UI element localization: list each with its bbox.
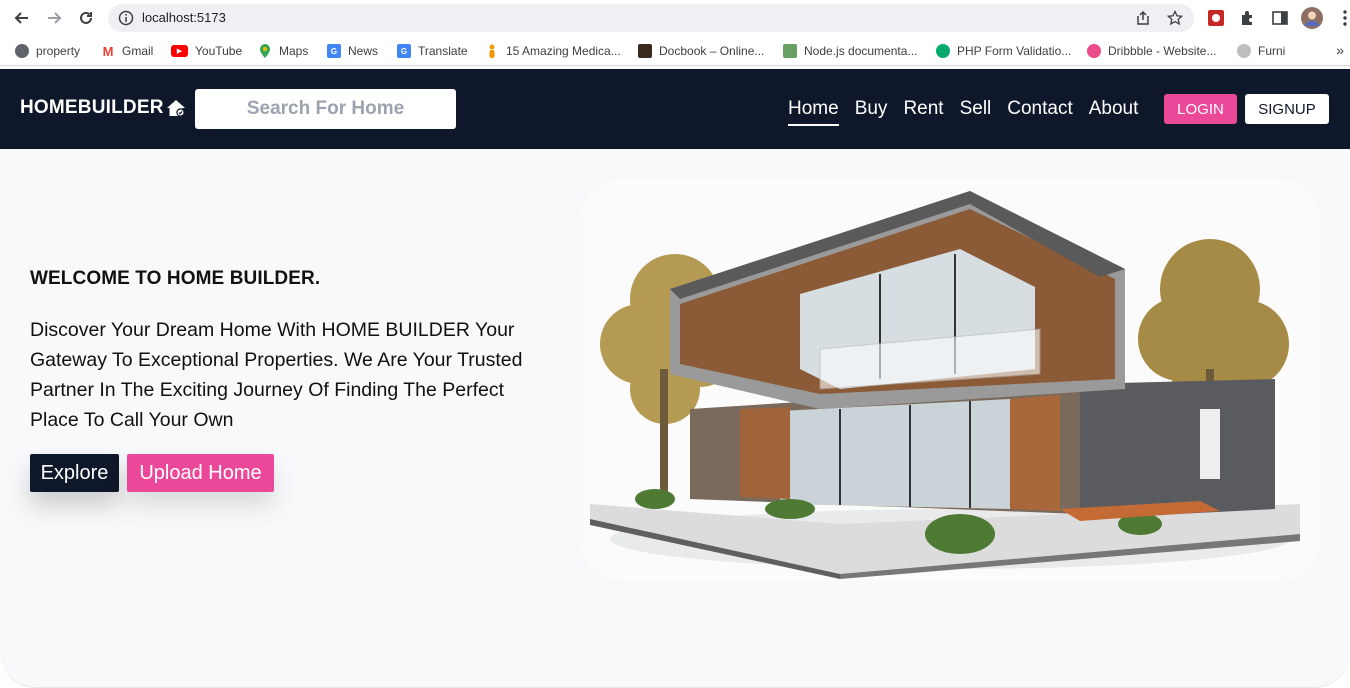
puzzle-icon[interactable]	[1237, 7, 1259, 29]
translate-icon: G	[397, 44, 411, 58]
nav-home[interactable]: Home	[788, 96, 839, 126]
login-button[interactable]: LOGIN	[1164, 94, 1237, 124]
gmail-icon: M	[102, 43, 114, 59]
search-input[interactable]	[195, 89, 456, 129]
signup-button[interactable]: SIGNUP	[1245, 94, 1329, 124]
bookmark-furni[interactable]: Furni	[1237, 42, 1285, 60]
nodejs-icon	[783, 44, 797, 58]
bookmark-label: Docbook – Online...	[659, 44, 765, 58]
globe-icon	[15, 44, 29, 58]
bookmark-label: News	[348, 44, 379, 58]
main-nav: Home Buy Rent Sell Contact About	[788, 96, 1138, 126]
bookmark-label: YouTube	[195, 44, 243, 58]
bookmark-youtube[interactable]: ▶ YouTube	[171, 42, 242, 60]
bookmark-maps[interactable]: Maps	[258, 42, 308, 60]
maps-icon	[258, 44, 272, 58]
profile-avatar[interactable]	[1301, 7, 1323, 29]
hero-title: WELCOME TO HOME BUILDER.	[30, 268, 321, 289]
bookmarks-overflow-button[interactable]: »	[1336, 42, 1344, 58]
bookmark-label: property	[36, 44, 81, 58]
bookmark-php[interactable]: PHP Form Validatio...	[936, 42, 1071, 60]
back-arrow-icon[interactable]	[11, 7, 33, 29]
bookmark-label: Translate	[418, 44, 468, 58]
bookmark-news[interactable]: G News	[327, 42, 378, 60]
bookmark-label: 15 Amazing Medica...	[506, 44, 621, 58]
reload-icon[interactable]	[75, 7, 97, 29]
bookmark-property[interactable]: property	[15, 42, 80, 60]
bookmark-translate[interactable]: G Translate	[397, 42, 468, 60]
nav-sell[interactable]: Sell	[960, 96, 992, 126]
dribbble-icon	[1087, 44, 1101, 58]
menu-dots-icon[interactable]	[1334, 7, 1350, 29]
bookmark-docbook[interactable]: Docbook – Online...	[638, 42, 764, 60]
bookmark-medica[interactable]: 15 Amazing Medica...	[485, 42, 621, 60]
bookmark-label: Maps	[279, 44, 309, 58]
logo-text: HOMEBUILDER	[20, 97, 164, 118]
hero-description: Discover Your Dream Home With HOME BUILD…	[30, 319, 523, 431]
url-text[interactable]: localhost:5173	[142, 10, 226, 25]
bookmark-label: Gmail	[122, 44, 154, 58]
address-bar[interactable]: localhost:5173	[108, 4, 1194, 32]
hero-house-image	[580, 179, 1320, 581]
extension-icon[interactable]	[1205, 7, 1227, 29]
bookmark-label: PHP Form Validatio...	[957, 44, 1072, 58]
explore-button[interactable]: Explore	[30, 454, 119, 492]
site-info-icon[interactable]	[118, 10, 134, 26]
bookmark-star-icon[interactable]	[1166, 9, 1184, 26]
nav-buy[interactable]: Buy	[855, 96, 888, 126]
bookmark-label: Node.js documenta...	[804, 44, 918, 58]
youtube-icon: ▶	[171, 45, 188, 57]
bookmark-gmail[interactable]: M Gmail	[101, 42, 154, 60]
shield-icon	[936, 44, 950, 58]
hero-section: WELCOME TO HOME BUILDER. Discover Your D…	[0, 149, 1350, 688]
site-header: HOMEBUILDER Home Buy Rent Sell Contact A…	[0, 69, 1350, 149]
bookmark-nodejs[interactable]: Node.js documenta...	[783, 42, 917, 60]
house-icon	[165, 97, 187, 119]
nav-rent[interactable]: Rent	[903, 96, 943, 126]
bookmark-label: Furni	[1258, 44, 1286, 58]
share-icon[interactable]	[1135, 10, 1151, 26]
furni-icon	[1237, 44, 1251, 58]
bookmarks-bar: property M Gmail ▶ YouTube Maps G News G…	[0, 36, 1350, 66]
bookmark-label: Dribbble - Website...	[1108, 44, 1217, 58]
nav-contact[interactable]: Contact	[1007, 96, 1072, 126]
news-icon: G	[327, 44, 341, 58]
site-logo[interactable]: HOMEBUILDER	[20, 97, 187, 119]
docbook-icon	[638, 44, 652, 58]
side-panel-icon[interactable]	[1269, 7, 1291, 29]
nav-about[interactable]: About	[1089, 96, 1139, 126]
upload-home-button[interactable]: Upload Home	[127, 454, 274, 492]
bookmark-dribbble[interactable]: Dribbble - Website...	[1087, 42, 1217, 60]
person-icon	[485, 44, 499, 58]
browser-toolbar: localhost:5173	[0, 0, 1350, 36]
forward-arrow-icon[interactable]	[43, 7, 65, 29]
